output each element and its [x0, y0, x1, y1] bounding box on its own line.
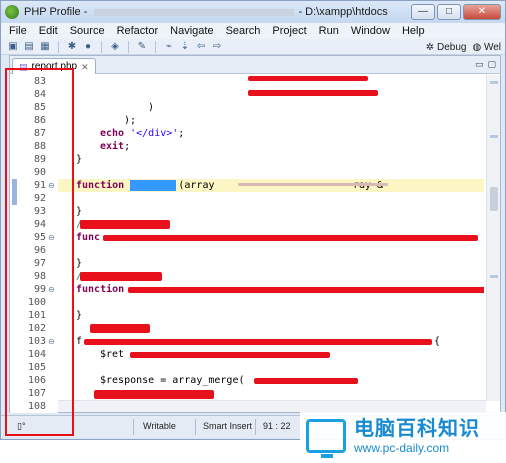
status-writable: Writable	[143, 421, 176, 431]
toolbar-separator	[101, 40, 102, 53]
menu-run[interactable]: Run	[319, 25, 339, 37]
maximize-view-icon[interactable]: ▢	[487, 59, 496, 70]
watermark: 电脑百科知识 www.pc-daily.com	[300, 412, 506, 460]
pen-icon[interactable]: ✎	[136, 41, 148, 53]
close-button[interactable]: ✕	[463, 4, 501, 20]
menu-navigate[interactable]: Navigate	[170, 25, 213, 37]
redaction-mark	[130, 352, 330, 358]
menu-project[interactable]: Project	[272, 25, 306, 37]
overview-ruler[interactable]	[486, 75, 500, 401]
code-text-area[interactable]: ) ); echo '</div>'; exit; } function (ar…	[58, 75, 484, 413]
window-controls: — □ ✕	[411, 4, 501, 20]
redaction-mark	[80, 220, 170, 229]
status-separator	[195, 419, 196, 435]
open-type-icon[interactable]: ◈	[109, 41, 121, 53]
overview-marker[interactable]	[490, 81, 498, 84]
redaction-mark	[128, 287, 484, 293]
new-icon[interactable]: ▣	[7, 41, 19, 53]
run-icon[interactable]: ●	[82, 41, 94, 53]
code-line-87: echo '</div>';	[100, 128, 185, 139]
minimize-view-icon[interactable]: ▭	[475, 59, 484, 70]
eclipse-icon	[5, 5, 19, 19]
editor-view-controls: ▭ ▢	[475, 59, 496, 70]
title-bar: PHP Profile - - D:\xampp\htdocs — □ ✕	[1, 1, 505, 23]
window-title: PHP Profile - - D:\xampp\htdocs	[24, 6, 388, 18]
main-toolbar: ▣ ▤ ▦ ✱ ● ◈ ✎ ⌁ ⇣ ⇦ ⇨ ✲ Debug ◍ Wel	[1, 39, 505, 55]
debug-icon[interactable]: ✱	[66, 41, 78, 53]
overview-marker[interactable]	[490, 135, 498, 138]
ide-window: PHP Profile - - D:\xampp\htdocs — □ ✕ Fi…	[0, 0, 506, 440]
next-annotation-icon[interactable]: ⇣	[179, 41, 191, 53]
forward-icon[interactable]: ⇨	[211, 41, 223, 53]
blurred-params	[238, 183, 388, 186]
toolbar-separator	[128, 40, 129, 53]
status-cursor-position: 91 : 22	[263, 421, 291, 431]
code-line-89: }	[76, 154, 83, 165]
overview-marker[interactable]	[490, 275, 498, 278]
status-insert-mode: Smart Insert	[203, 421, 253, 431]
watermark-title: 电脑百科知识	[354, 418, 480, 440]
minimize-button[interactable]: —	[411, 4, 435, 20]
code-line-103-brace: {	[434, 336, 441, 347]
selected-function-name	[130, 180, 176, 191]
code-line-97: }	[76, 258, 83, 269]
maximize-button[interactable]: □	[437, 4, 461, 20]
perspective-web[interactable]: ◍ Wel	[472, 42, 501, 53]
redaction-mark	[248, 76, 368, 81]
menu-edit[interactable]: Edit	[39, 25, 58, 37]
red-highlight-box	[5, 68, 74, 436]
menu-window[interactable]: Window	[351, 25, 390, 37]
code-line-85: )	[148, 102, 155, 113]
annotation-icon[interactable]: ⌁	[163, 41, 175, 53]
redaction-mark	[90, 324, 150, 333]
save-icon[interactable]: ▤	[23, 41, 35, 53]
print-icon[interactable]: ▦	[39, 41, 51, 53]
back-icon[interactable]: ⇦	[195, 41, 207, 53]
horizontal-scrollbar[interactable]	[58, 400, 486, 412]
editor-tab-bar: ▤ report.php ✕ ▭ ▢	[10, 56, 500, 74]
perspective-switcher: ✲ Debug ◍ Wel	[426, 39, 501, 55]
status-separator	[255, 419, 256, 435]
code-line-88: exit;	[100, 141, 131, 152]
redaction-mark	[248, 90, 378, 96]
menu-help[interactable]: Help	[402, 25, 425, 37]
redaction-mark	[80, 272, 162, 281]
scroll-thumb[interactable]	[490, 187, 498, 211]
redaction-mark	[254, 378, 358, 384]
toolbar-separator	[58, 40, 59, 53]
menu-refactor[interactable]: Refactor	[117, 25, 159, 37]
toolbar-separator	[155, 40, 156, 53]
code-line-101: }	[76, 310, 83, 321]
code-line-86: );	[124, 115, 137, 126]
menu-file[interactable]: File	[9, 25, 27, 37]
close-tab-icon[interactable]: ✕	[81, 60, 89, 74]
redaction-mark	[94, 390, 214, 399]
perspective-debug[interactable]: ✲ Debug	[426, 42, 467, 53]
code-editor: ▤ report.php ✕ ▭ ▢ 83 84 85 86 87 88 89 90 91 ⊖ 92…	[9, 55, 501, 413]
menu-source[interactable]: Source	[70, 25, 105, 37]
code-line-93: }	[76, 206, 83, 217]
menu-bar: File Edit Source Refactor Navigate Searc…	[1, 23, 505, 39]
menu-search[interactable]: Search	[226, 25, 261, 37]
monitor-logo-icon	[306, 419, 346, 458]
redaction-mark	[103, 235, 478, 241]
redaction-mark	[84, 339, 432, 345]
blurred-title-segment	[94, 8, 295, 16]
status-separator	[133, 419, 134, 435]
watermark-url: www.pc-daily.com	[354, 441, 450, 455]
